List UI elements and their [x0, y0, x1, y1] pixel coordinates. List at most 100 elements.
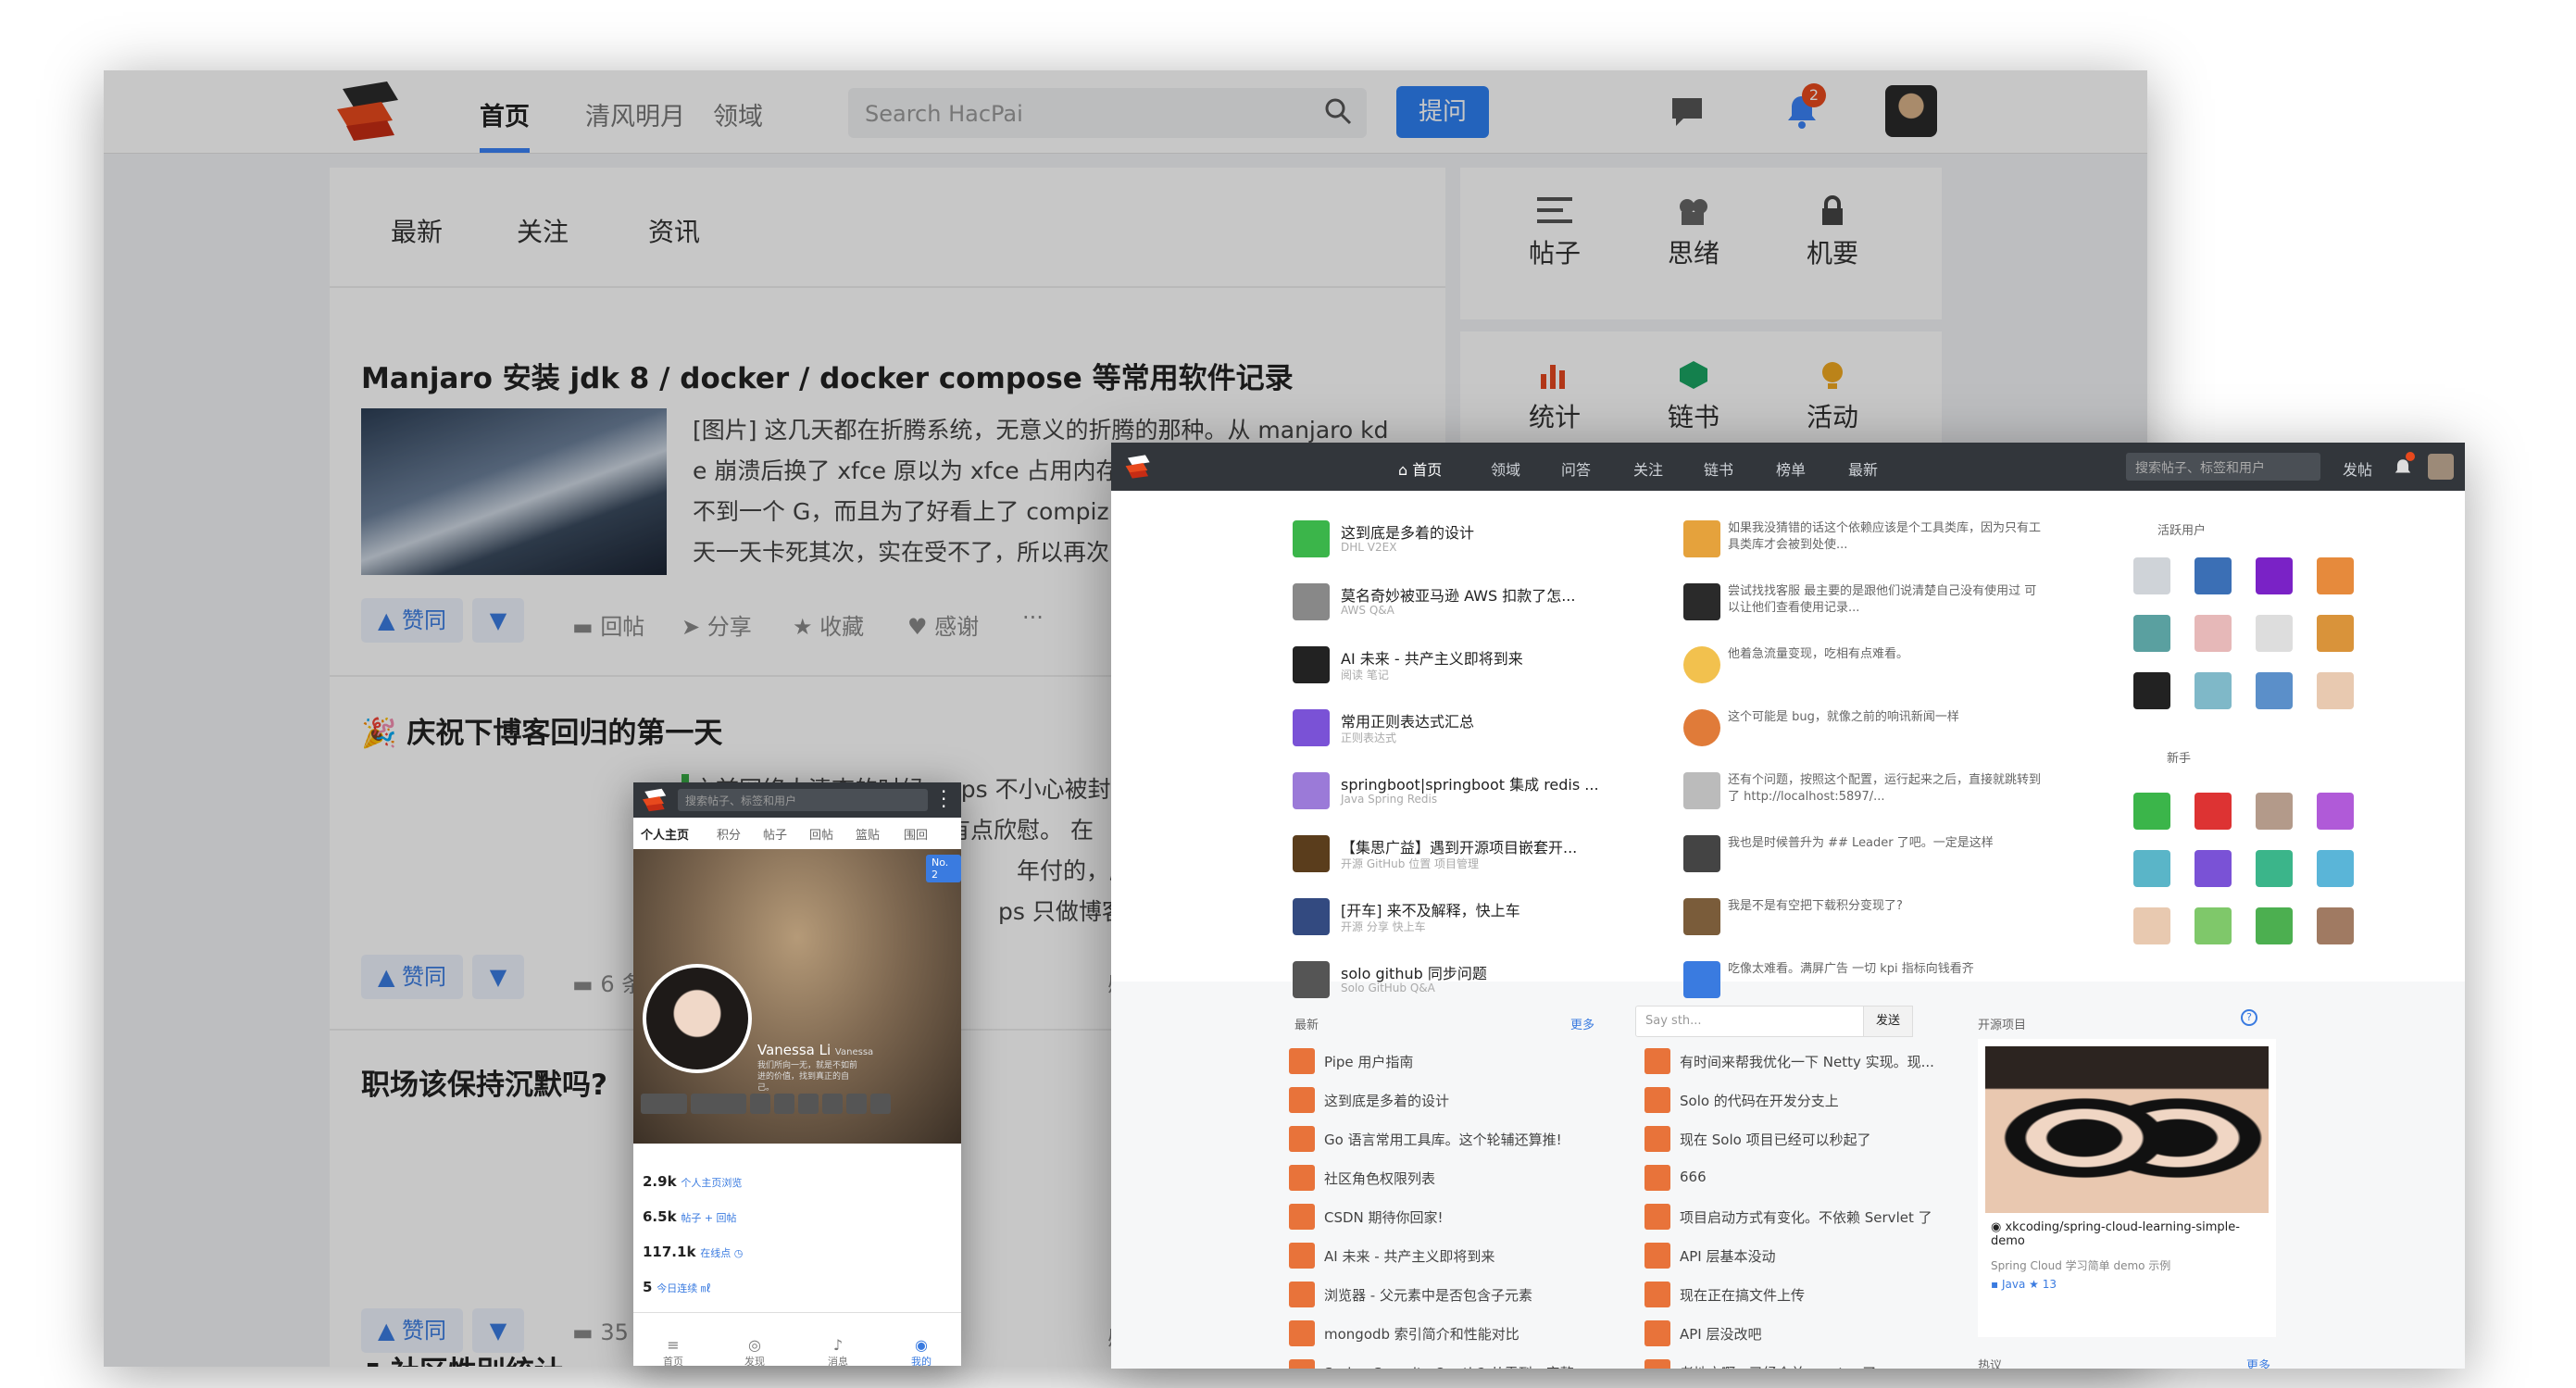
- user-avatar[interactable]: [1885, 85, 1937, 137]
- collect-button[interactable]: ★ 收藏: [793, 608, 864, 641]
- reply-button[interactable]: ▬ 回帖: [572, 608, 644, 641]
- dislike-button[interactable]: ▼: [472, 598, 524, 643]
- feed-tab-follow[interactable]: 关注: [517, 212, 569, 249]
- profile-avatar[interactable]: [643, 964, 752, 1073]
- search-input[interactable]: 搜索帖子、标签和用户: [678, 789, 928, 811]
- reply-avatar[interactable]: [1683, 898, 1720, 935]
- tab-posts[interactable]: 帖子: [763, 825, 787, 843]
- reply-snippet[interactable]: 如果我没猜错的话这个依赖应该是个工具类库，因为只有工具类库才会被到处使...: [1728, 520, 2043, 556]
- chat-avatar[interactable]: [1644, 1282, 1670, 1307]
- ask-button[interactable]: 提问: [1396, 86, 1489, 138]
- chat-avatar[interactable]: [1644, 1243, 1670, 1269]
- icon-button[interactable]: [750, 1094, 770, 1114]
- reply-snippet[interactable]: 我也是时候普升为 ## Leader 了吧。一定是这样: [1728, 835, 2043, 870]
- nav-follow[interactable]: 关注: [1633, 457, 1663, 480]
- latest-item[interactable]: 这到底是多着的设计: [1324, 1091, 1449, 1110]
- post-title[interactable]: 这到底是多着的设计: [1341, 520, 1474, 543]
- post-title[interactable]: 【集思广益】遇到开源项目嵌套开...: [1341, 835, 1577, 857]
- user-avatar[interactable]: [2256, 672, 2293, 709]
- new-user-avatar[interactable]: [2256, 793, 2293, 830]
- search-input[interactable]: 搜索帖子、标签和用户: [2126, 453, 2320, 481]
- latest-item[interactable]: AI 未来 - 共产主义即将到来: [1324, 1246, 1494, 1266]
- latest-avatar[interactable]: [1289, 1359, 1315, 1369]
- new-user-avatar[interactable]: [2317, 907, 2354, 944]
- post-avatar[interactable]: [1293, 583, 1330, 620]
- reply-avatar[interactable]: [1683, 646, 1720, 683]
- tab-replies[interactable]: 回帖: [809, 825, 833, 843]
- user-avatar[interactable]: [2195, 557, 2232, 594]
- latest-avatar[interactable]: [1289, 1243, 1315, 1269]
- bottom-nav-messages[interactable]: ♪ 消息: [815, 1336, 861, 1366]
- post-title[interactable]: solo github 同步问题: [1341, 961, 1487, 983]
- latest-item[interactable]: 浏览器 - 父元素中是否包含子元素: [1324, 1285, 1532, 1305]
- post-avatar[interactable]: [1293, 898, 1330, 935]
- nav-qa[interactable]: 问答: [1561, 457, 1591, 480]
- latest-avatar[interactable]: [1289, 1048, 1315, 1074]
- like-button[interactable]: ▲ 赞同: [361, 1308, 463, 1353]
- repo-card[interactable]: ◉ xkcoding/spring-cloud-learning-simple-…: [1978, 1039, 2276, 1337]
- latest-item[interactable]: Spring Security Oauth2 从零到一完整...: [1324, 1363, 1587, 1369]
- new-user-avatar[interactable]: [2317, 793, 2354, 830]
- nav-chain[interactable]: 链书: [1704, 457, 1733, 480]
- icon-button[interactable]: [774, 1094, 794, 1114]
- new-user-avatar[interactable]: [2317, 850, 2354, 887]
- hacpai-logo[interactable]: [641, 788, 669, 812]
- chat-avatar[interactable]: [1644, 1087, 1670, 1113]
- reply-snippet[interactable]: 我是不是有空把下载积分变现了?: [1728, 898, 2043, 933]
- post-title[interactable]: 🎉 庆祝下博客回归的第一天: [361, 709, 722, 751]
- post-title[interactable]: 职场该保持沉默吗?: [361, 1061, 607, 1103]
- post-title[interactable]: 常用正则表达式汇总: [1341, 709, 1474, 732]
- chat-avatar[interactable]: [1644, 1359, 1670, 1369]
- post-title[interactable]: 莫名奇妙被亚马逊 AWS 扣款了怎...: [1341, 583, 1575, 606]
- nav-rank[interactable]: 榜单: [1776, 457, 1806, 480]
- nav-home[interactable]: ⌂ 首页: [1398, 457, 1442, 480]
- post-button[interactable]: 发帖: [2343, 457, 2372, 480]
- latest-item[interactable]: Pipe 用户指南: [1324, 1052, 1413, 1071]
- reply-avatar[interactable]: [1683, 520, 1720, 557]
- nav-tab-qingfeng[interactable]: 清风明月: [585, 96, 685, 132]
- manage-button[interactable]: [691, 1094, 746, 1114]
- latest-item[interactable]: mongodb 索引简介和性能对比: [1324, 1324, 1519, 1344]
- post-avatar[interactable]: [1293, 646, 1330, 683]
- like-button[interactable]: ▲ 赞同: [361, 598, 463, 643]
- reply-snippet[interactable]: 还有个问题，按照这个配置，运行起来之后，直接就跳转到了 http://local…: [1728, 772, 2043, 807]
- send-button[interactable]: 发送: [1863, 1006, 1913, 1037]
- reply-snippet[interactable]: 他着急流量变现，吃相有点难看。: [1728, 646, 2043, 681]
- nav-tab-home[interactable]: 首页: [480, 96, 530, 153]
- nav-domain[interactable]: 领域: [1491, 457, 1520, 480]
- bottom-nav-discover[interactable]: ◎ 发现: [732, 1336, 778, 1366]
- post-avatar[interactable]: [1293, 772, 1330, 809]
- user-avatar[interactable]: [2317, 672, 2354, 709]
- dislike-button[interactable]: ▼: [472, 1308, 524, 1353]
- online-button[interactable]: [641, 1094, 687, 1114]
- reply-snippet[interactable]: 这个可能是 bug，就像之前的响讯新闻一样: [1728, 709, 2043, 744]
- new-user-avatar[interactable]: [2133, 907, 2170, 944]
- dislike-button[interactable]: ▼: [472, 955, 524, 999]
- reply-avatar[interactable]: [1683, 772, 1720, 809]
- nav-latest[interactable]: 最新: [1848, 457, 1878, 480]
- more-button[interactable]: ···: [1022, 605, 1044, 631]
- search-input[interactable]: Search HacPai: [848, 88, 1367, 138]
- side-item-events[interactable]: 活动: [1795, 359, 1869, 434]
- nav-tab-domain[interactable]: 领域: [713, 96, 763, 132]
- post-title[interactable]: AI 未来 - 共产主义即将到来: [1341, 646, 1523, 669]
- user-avatar[interactable]: [2195, 615, 2232, 652]
- user-avatar[interactable]: [2428, 454, 2454, 480]
- new-user-avatar[interactable]: [2195, 793, 2232, 830]
- post-title[interactable]: springboot|springboot 集成 redis ...: [1341, 772, 1599, 794]
- hacpai-logo[interactable]: [333, 80, 404, 143]
- new-user-avatar[interactable]: [2133, 850, 2170, 887]
- reply-avatar[interactable]: [1683, 709, 1720, 746]
- user-avatar[interactable]: [2256, 615, 2293, 652]
- help-icon[interactable]: ?: [2241, 1009, 2257, 1026]
- reply-avatar[interactable]: [1683, 583, 1720, 620]
- post-title[interactable]: ▮ 社区性别统计: [365, 1348, 563, 1367]
- post-title[interactable]: Manjaro 安装 jdk 8 / docker / docker compo…: [361, 355, 1294, 396]
- user-avatar[interactable]: [2195, 672, 2232, 709]
- thank-button[interactable]: ♥ 感谢: [907, 608, 979, 641]
- icon-button[interactable]: [798, 1094, 819, 1114]
- post-avatar[interactable]: [1293, 520, 1330, 557]
- user-avatar[interactable]: [2133, 672, 2170, 709]
- new-user-avatar[interactable]: [2133, 793, 2170, 830]
- reply-avatar[interactable]: [1683, 835, 1720, 872]
